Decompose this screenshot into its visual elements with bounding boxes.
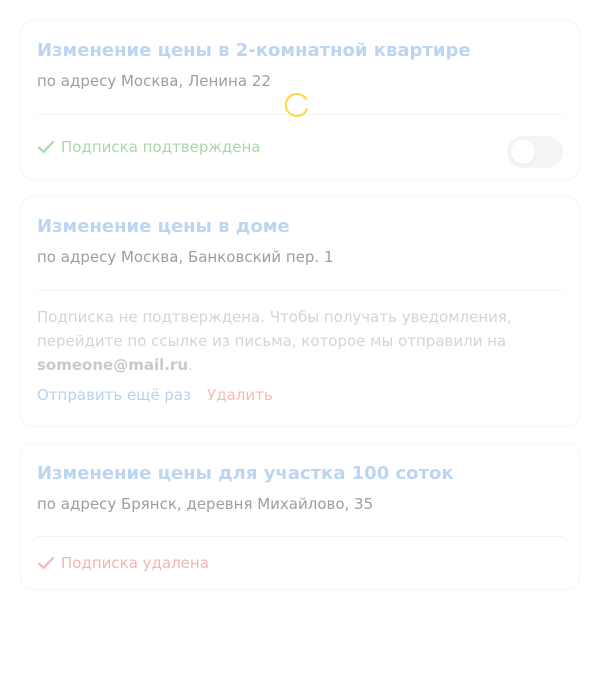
subscription-card: Изменение цены для участка 100 соток по … — [20, 443, 580, 590]
note-text: Подписка не подтверждена. Чтобы получать… — [37, 308, 512, 350]
unconfirmed-note: Подписка не подтверждена. Чтобы получать… — [37, 305, 563, 377]
delete-link[interactable]: Удалить — [207, 385, 273, 405]
subscription-title: Изменение цены для участка 100 соток — [37, 463, 454, 484]
subscription-address: по адресу Брянск, деревня Михайлово, 35 — [37, 495, 374, 513]
check-icon — [37, 556, 55, 570]
subscription-title: Изменение цены в 2-комнатной квартире — [37, 40, 471, 61]
resend-link[interactable]: Отправить ещё раз — [37, 385, 191, 405]
subscription-address: по адресу Москва, Банковский пер. 1 — [37, 248, 334, 266]
loading-spinner-icon — [284, 92, 308, 117]
check-icon — [37, 140, 55, 154]
notification-toggle[interactable] — [507, 136, 563, 168]
status-text: Подписка удалена — [61, 554, 209, 572]
divider — [37, 536, 563, 537]
subscription-card: Изменение цены в доме по адресу Москва, … — [20, 196, 580, 427]
subscriptions-list: Изменение цены в 2-комнатной квартире по… — [0, 0, 600, 590]
subscription-title: Изменение цены в доме — [37, 216, 290, 237]
toggle-knob — [511, 140, 535, 164]
divider — [37, 290, 563, 291]
subscription-address: по адресу Москва, Ленина 22 — [37, 72, 271, 90]
subscription-status: Подписка удалена — [37, 553, 563, 573]
subscription-status: Подписка подтверждена — [37, 136, 563, 168]
note-end: . — [188, 356, 193, 374]
status-text: Подписка подтверждена — [61, 138, 261, 156]
email: someone@mail.ru — [37, 356, 189, 374]
card-actions: Отправить ещё раз Удалить — [37, 385, 273, 405]
